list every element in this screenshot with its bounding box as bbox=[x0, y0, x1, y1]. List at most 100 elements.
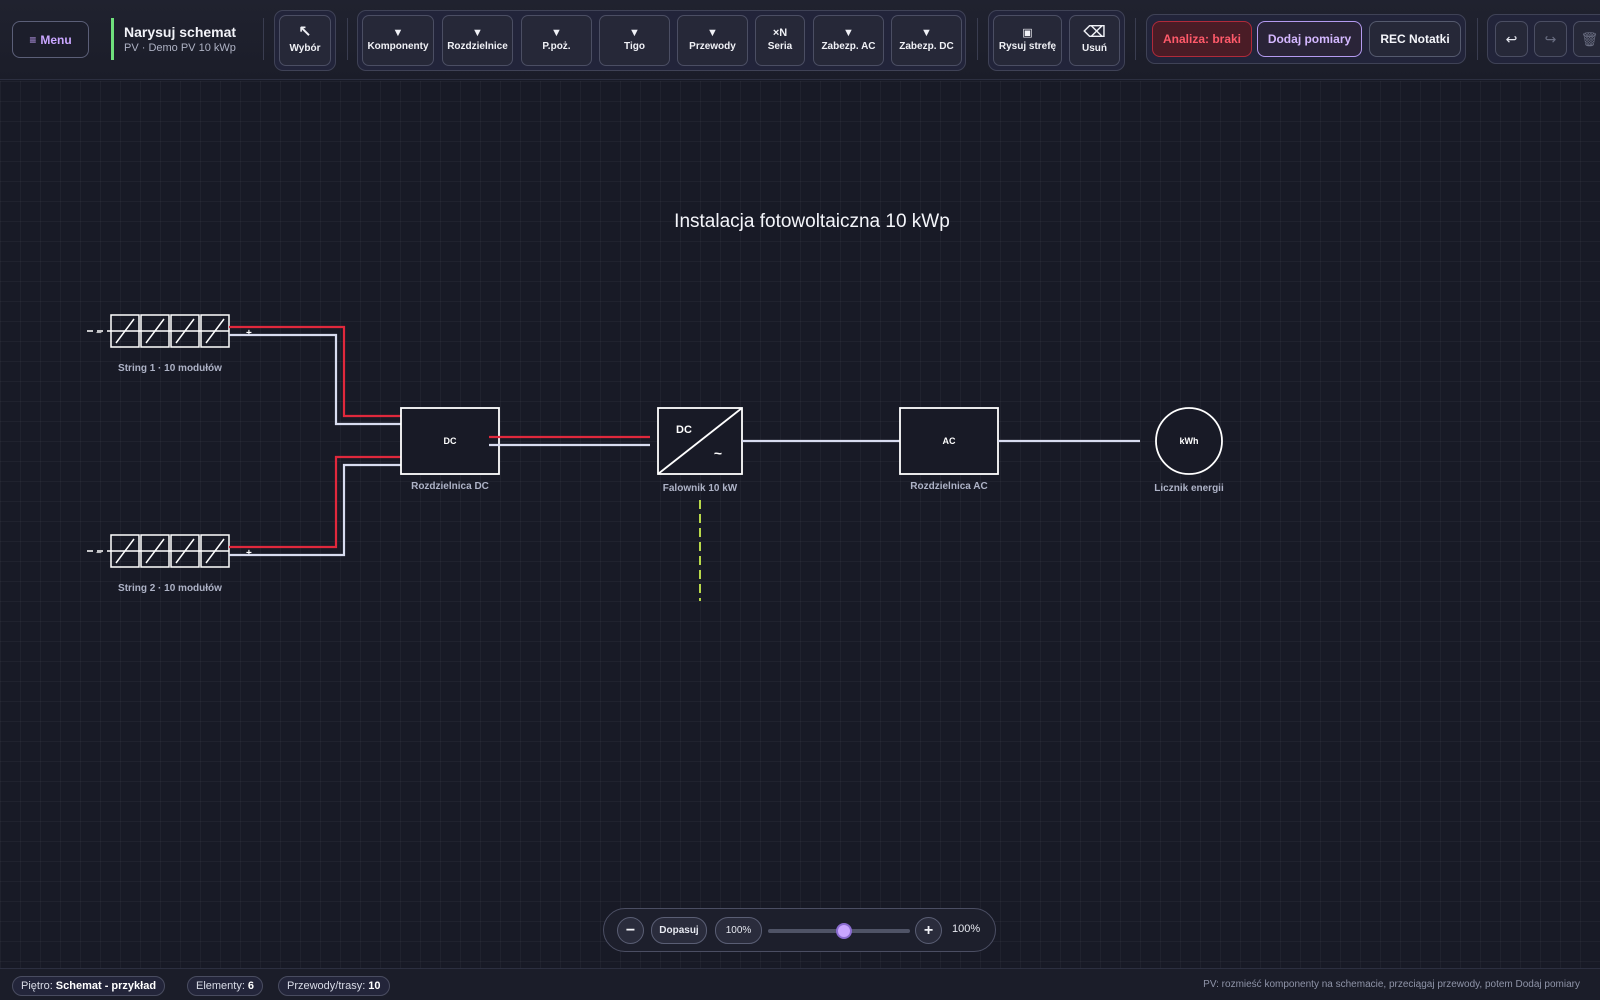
redo-button[interactable]: ↪ bbox=[1534, 21, 1567, 57]
analysis-missing-button[interactable]: Analiza: braki bbox=[1152, 21, 1252, 57]
toolbar-divider bbox=[263, 18, 264, 60]
pv-string-2[interactable]: − + String 2 · 10 modułów bbox=[87, 534, 252, 594]
fire-safety-dropdown-button[interactable]: ▼ P.poż. bbox=[521, 15, 592, 66]
zoom-slider-thumb[interactable] bbox=[836, 923, 852, 939]
dropdown-triangle-icon: ▼ bbox=[551, 26, 562, 39]
dropdown-triangle-icon: ▼ bbox=[392, 26, 404, 39]
tigo-dropdown-button[interactable]: ▼ Tigo bbox=[599, 15, 670, 66]
ac-protection-label: Zabezp. AC bbox=[821, 40, 876, 52]
toolbar-divider bbox=[977, 18, 978, 60]
meter-label: Licznik energii bbox=[1154, 483, 1224, 494]
zoom-level-chip[interactable]: 100% bbox=[715, 917, 762, 944]
document-title-block: Narysuj schemat PV · Demo PV 10 kWp bbox=[111, 18, 236, 60]
status-hint: PV: rozmieść komponenty na schemacie, pr… bbox=[1203, 979, 1580, 990]
dc-protection-dropdown-button[interactable]: ▼ Zabezp. DC bbox=[891, 15, 962, 66]
meter-symbol: kWh bbox=[1180, 436, 1199, 446]
floor-chip[interactable]: Piętro: Schemat - przykład bbox=[12, 976, 166, 996]
zoom-percentage: 100% bbox=[952, 923, 981, 935]
string1-plus-sign: + bbox=[246, 328, 252, 339]
dropdown-triangle-icon: ▼ bbox=[921, 26, 932, 39]
components-label: Komponenty bbox=[367, 40, 429, 52]
wires-label: Przewody bbox=[689, 40, 736, 52]
menu-button[interactable]: ≡ Menu bbox=[12, 21, 89, 58]
wires-count: 10 bbox=[368, 980, 381, 992]
string2-label: String 2 · 10 modułów bbox=[118, 583, 222, 594]
delete-label: Usuń bbox=[1082, 43, 1107, 55]
energy-meter[interactable]: kWh Licznik energii bbox=[1154, 407, 1224, 494]
inverter-label: Falownik 10 kW bbox=[663, 483, 738, 494]
toolbar-divider bbox=[1135, 18, 1136, 60]
select-tool-button[interactable]: ↖ Wybór bbox=[279, 15, 331, 66]
wire-string2-negative[interactable] bbox=[229, 463, 410, 557]
trash-icon: 🗑 bbox=[1580, 30, 1599, 47]
switchboards-dropdown-button[interactable]: ▼ Rozdzielnice bbox=[442, 15, 513, 66]
delete-button[interactable]: ⌫ Usuń bbox=[1069, 15, 1120, 66]
string1-modules bbox=[110, 314, 230, 348]
series-label: Seria bbox=[767, 40, 793, 52]
pv-string-1[interactable]: − + String 1 · 10 modułów bbox=[87, 314, 252, 374]
switchboards-label: Rozdzielnice bbox=[447, 40, 508, 52]
minus-icon: − bbox=[625, 921, 636, 939]
wire-string1-positive[interactable] bbox=[229, 325, 410, 418]
redo-icon: ↪ bbox=[1544, 30, 1557, 47]
edit-tool-group: ▣ Rysuj strefę ⌫ Usuń bbox=[988, 10, 1125, 71]
floor-label: Piętro: bbox=[21, 980, 53, 992]
elements-chip: Elementy: 6 bbox=[187, 976, 264, 996]
zoom-in-button[interactable]: + bbox=[915, 917, 942, 944]
elements-count: 6 bbox=[247, 980, 255, 992]
page-title: Narysuj schemat bbox=[124, 24, 237, 40]
toolbar-divider bbox=[1477, 18, 1478, 60]
add-measurements-button[interactable]: Dodaj pomiary bbox=[1257, 21, 1362, 57]
status-bar: Piętro: Schemat - przykład Elementy: 6 P… bbox=[0, 968, 1600, 1000]
dropdown-triangle-icon: ▼ bbox=[707, 26, 718, 39]
fit-button[interactable]: Dopasuj bbox=[651, 917, 707, 944]
dc-protection-label: Zabezp. DC bbox=[899, 40, 954, 52]
string2-modules bbox=[110, 534, 230, 568]
wire-string1-negative[interactable] bbox=[229, 333, 410, 426]
schematic-title: Instalacja fotowoltaiczna 10 kWp bbox=[674, 211, 950, 232]
wires-dropdown-button[interactable]: ▼ Przewody bbox=[677, 15, 748, 66]
toolbar-divider bbox=[347, 18, 348, 60]
elements-label: Elementy: bbox=[196, 980, 245, 992]
string1-label: String 1 · 10 modułów bbox=[118, 363, 222, 374]
select-tool-group: ↖ Wybór bbox=[274, 10, 336, 71]
draw-zone-button[interactable]: ▣ Rysuj strefę bbox=[993, 15, 1062, 66]
undo-icon: ↩ bbox=[1505, 30, 1518, 47]
string2-minus-sign: − bbox=[96, 548, 102, 559]
wires-label: Przewody/trasy: bbox=[287, 980, 366, 992]
schematic-canvas[interactable]: Instalacja fotowoltaiczna 10 kWp − + Str… bbox=[0, 81, 1600, 968]
dropdown-triangle-icon: ▼ bbox=[472, 26, 483, 39]
dc-box-label: Rozdzielnica DC bbox=[411, 481, 489, 492]
schematic-drawing: Instalacja fotowoltaiczna 10 kWp − + Str… bbox=[87, 211, 1224, 601]
trash-button[interactable]: 🗑 bbox=[1573, 21, 1600, 57]
multiply-n-icon: ×N bbox=[772, 26, 788, 39]
ac-switchboard[interactable]: AC Rozdzielnica AC bbox=[899, 407, 999, 492]
hamburger-icon: ≡ bbox=[29, 32, 37, 47]
ac-protection-dropdown-button[interactable]: ▼ Zabezp. AC bbox=[813, 15, 884, 66]
rec-notes-button[interactable]: REC Notatki bbox=[1369, 21, 1461, 57]
inverter-ac-symbol: ~ bbox=[714, 445, 722, 461]
inverter[interactable]: DC ~ Falownik 10 kW bbox=[657, 407, 743, 494]
inverter-dc-symbol: DC bbox=[676, 424, 692, 436]
wires-chip: Przewody/trasy: 10 bbox=[278, 976, 390, 996]
analysis-group: Analiza: braki Dodaj pomiary REC Notatki bbox=[1146, 14, 1466, 64]
project-subtitle: PV · Demo PV 10 kWp bbox=[124, 42, 236, 54]
tigo-label: Tigo bbox=[624, 40, 645, 52]
floor-value: Schemat - przykład bbox=[55, 980, 157, 992]
draw-zone-label: Rysuj strefę bbox=[998, 40, 1057, 52]
dropdown-triangle-icon: ▼ bbox=[843, 26, 854, 39]
select-arrow-icon: ↖ bbox=[298, 24, 312, 42]
zoom-out-button[interactable]: − bbox=[617, 917, 644, 944]
components-tool-group: ▼ Komponenty ▼ Rozdzielnice ▼ P.poż. ▼ T… bbox=[357, 10, 966, 71]
string1-minus-sign: − bbox=[96, 328, 102, 339]
menu-label: Menu bbox=[40, 32, 72, 47]
wire-string2-positive[interactable] bbox=[229, 455, 410, 549]
components-dropdown-button[interactable]: ▼ Komponenty bbox=[362, 15, 434, 66]
undo-button[interactable]: ↩ bbox=[1495, 21, 1528, 57]
dc-switchboard[interactable]: DC Rozdzielnica DC bbox=[400, 407, 500, 492]
dc-box-symbol: DC bbox=[444, 436, 457, 446]
series-button[interactable]: ×N Seria bbox=[755, 15, 805, 66]
ac-box-symbol: AC bbox=[943, 436, 956, 446]
select-tool-label: Wybór bbox=[289, 43, 321, 55]
ac-box-label: Rozdzielnica AC bbox=[910, 481, 987, 492]
